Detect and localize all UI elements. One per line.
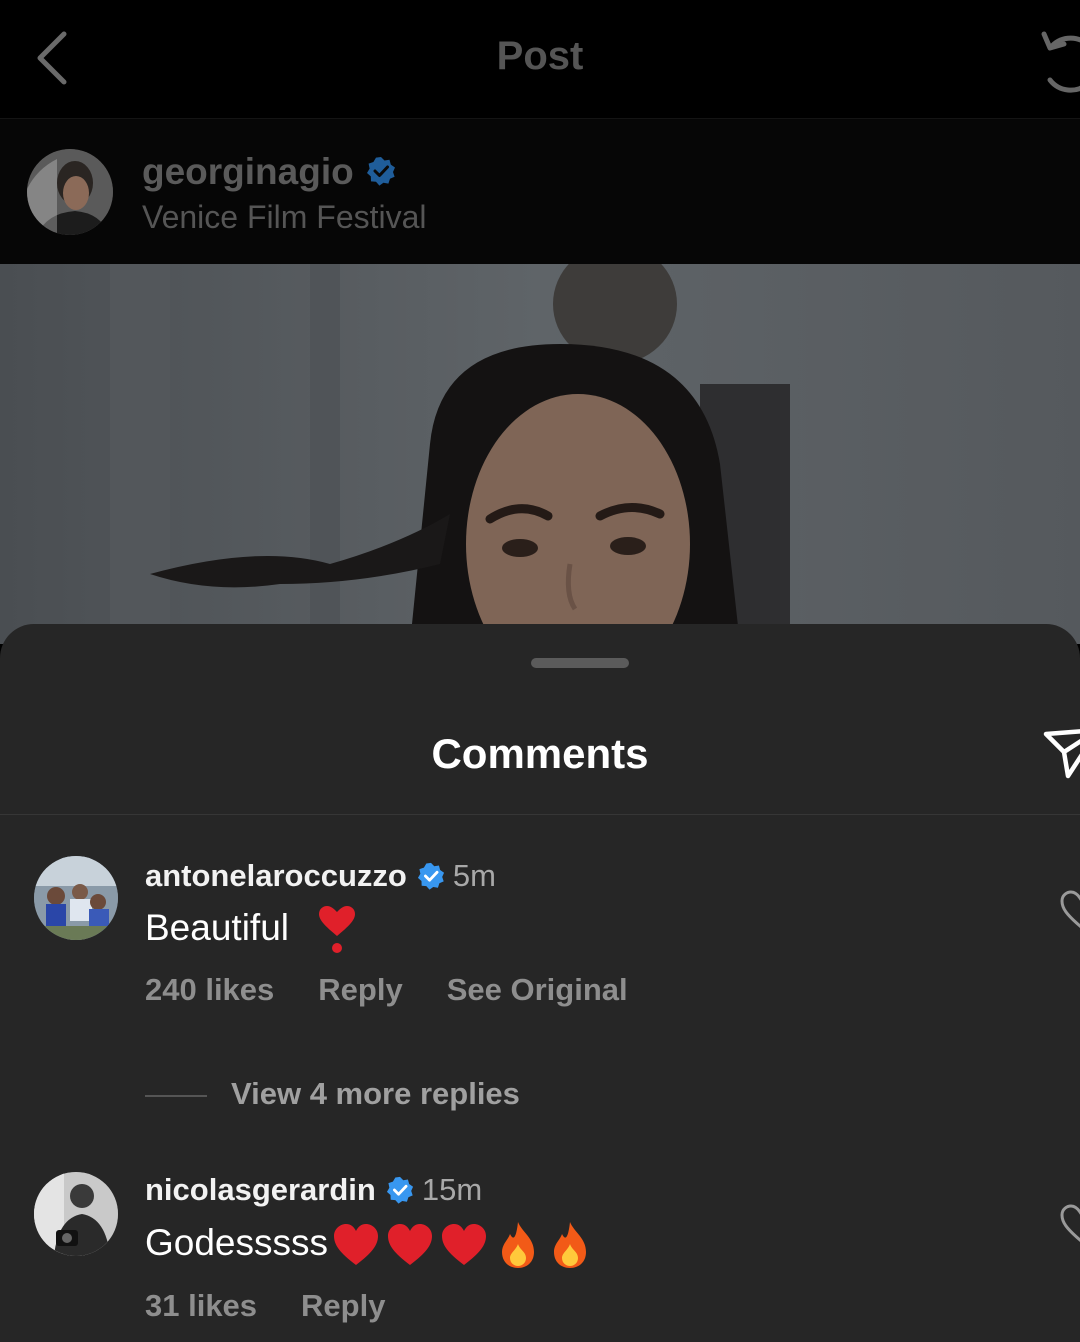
replies-line bbox=[145, 1094, 207, 1097]
reply-button[interactable]: Reply bbox=[301, 1288, 385, 1323]
likes-count[interactable]: 240 likes bbox=[145, 972, 274, 1007]
fire-emoji-icon bbox=[554, 1222, 587, 1268]
heart-emoji-icon bbox=[334, 1224, 379, 1265]
see-original-button[interactable]: See Original bbox=[447, 972, 628, 1007]
comment-time: 5m bbox=[452, 858, 496, 893]
post-location[interactable]: Venice Film Festival bbox=[142, 199, 427, 236]
verified-badge-icon bbox=[386, 1176, 413, 1204]
comment-username[interactable]: antonelaroccuzzo 5m bbox=[145, 858, 496, 894]
verified-badge-icon bbox=[417, 862, 444, 890]
post-image[interactable] bbox=[0, 264, 1080, 644]
top-nav-bar: Post bbox=[0, 0, 1080, 119]
refresh-icon[interactable] bbox=[1036, 24, 1080, 94]
heart-outline-icon[interactable] bbox=[1060, 890, 1080, 930]
verified-badge-icon bbox=[366, 157, 395, 186]
heart-outline-icon[interactable] bbox=[1060, 1204, 1080, 1244]
reply-button[interactable]: Reply bbox=[318, 972, 402, 1007]
comments-title: Comments bbox=[431, 730, 649, 777]
exclamation-heart-emoji-icon bbox=[319, 906, 356, 953]
comment-text: Beautiful bbox=[145, 906, 357, 954]
avatar[interactable] bbox=[27, 149, 113, 235]
post-username[interactable]: georginagio bbox=[142, 151, 396, 193]
divider bbox=[0, 814, 1080, 815]
heart-emoji-icon bbox=[442, 1224, 487, 1265]
post-header: georginagio Venice Film Festival bbox=[0, 119, 1080, 264]
page-title: Post bbox=[496, 34, 584, 78]
view-more-replies-button[interactable]: View 4 more replies bbox=[145, 1076, 520, 1112]
fire-emoji-icon bbox=[502, 1222, 535, 1268]
comment-text: Godesssss bbox=[145, 1220, 592, 1270]
comments-sheet: Comments antonelaroccuzzo 5m Beautiful 2… bbox=[0, 624, 1080, 1342]
comment-username[interactable]: nicolasgerardin 15m bbox=[145, 1172, 482, 1208]
drag-handle[interactable] bbox=[531, 658, 629, 668]
avatar[interactable] bbox=[34, 1172, 118, 1256]
comment-meta: 240 likes Reply See Original bbox=[145, 972, 672, 1008]
share-icon[interactable] bbox=[1042, 724, 1080, 784]
comment-time: 15m bbox=[421, 1172, 483, 1207]
heart-emoji-icon bbox=[388, 1224, 433, 1265]
likes-count[interactable]: 31 likes bbox=[145, 1288, 257, 1323]
avatar[interactable] bbox=[34, 856, 118, 940]
comment-meta: 31 likes Reply bbox=[145, 1288, 429, 1324]
